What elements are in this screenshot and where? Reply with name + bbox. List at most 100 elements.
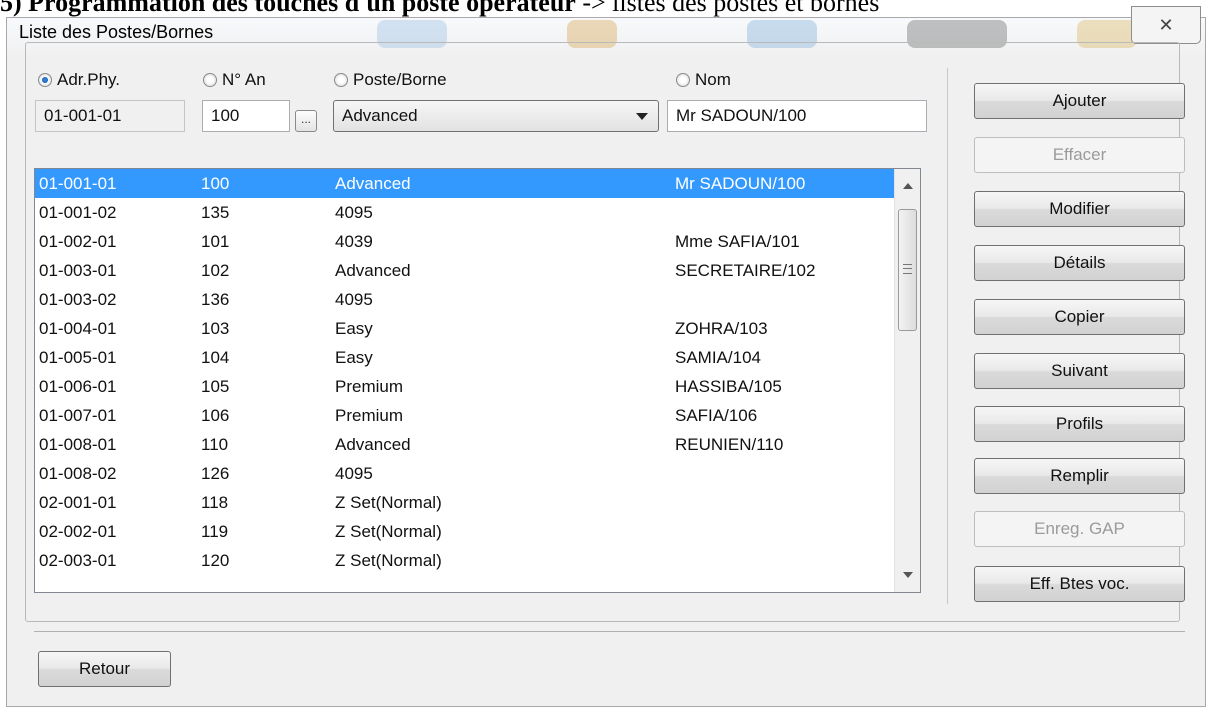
type-cell: Premium <box>335 377 404 396</box>
type-cell: Z Set(Normal) <box>335 551 442 570</box>
adr-cell: 01-002-01 <box>39 232 117 251</box>
nom-cell: SAFIA/106 <box>675 406 758 425</box>
close-icon: ✕ <box>1158 14 1174 35</box>
nom-cell: SAMIA/104 <box>675 348 761 367</box>
modifier-button[interactable]: Modifier <box>974 191 1185 227</box>
type-cell: Easy <box>335 319 373 338</box>
n-an-cell: 101 <box>201 232 230 251</box>
type-cell: 4095 <box>335 290 373 309</box>
retour-button[interactable]: Retour <box>38 651 171 687</box>
n-an-cell: 103 <box>201 319 230 338</box>
copier-button[interactable]: Copier <box>974 299 1185 335</box>
window-title: Liste des Postes/Bornes <box>19 22 214 42</box>
close-button[interactable]: ✕ <box>1131 6 1201 44</box>
radio-adr-phy-label: Adr.Phy. <box>57 70 120 89</box>
type-cell: Advanced <box>335 174 411 193</box>
list-row[interactable]: 02-002-01 119 Z Set(Normal) <box>35 517 920 546</box>
enreg-gap-button[interactable]: Enreg. GAP <box>974 511 1185 547</box>
type-cell: Easy <box>335 348 373 367</box>
nom-cell: Mr SADOUN/100 <box>675 174 806 193</box>
adr-cell: 01-005-01 <box>39 348 117 367</box>
list-row[interactable]: 01-006-01 105 Premium HASSIBA/105 <box>35 372 920 401</box>
list-row[interactable]: 01-004-01 103 Easy ZOHRA/103 <box>35 314 920 343</box>
radio-nom[interactable]: Nom <box>676 70 731 90</box>
list-scrollbar[interactable] <box>894 169 920 592</box>
adr-cell: 02-001-01 <box>39 493 117 512</box>
adr-cell: 02-002-01 <box>39 522 117 541</box>
nom-cell: SECRETAIRE/102 <box>675 261 816 280</box>
adr-cell: 01-003-02 <box>39 290 117 309</box>
type-cell: Z Set(Normal) <box>335 522 442 541</box>
list-row[interactable]: 01-008-02 126 4095 <box>35 459 920 488</box>
type-cell: Z Set(Normal) <box>335 493 442 512</box>
postes-list[interactable]: 01-001-01 100 Advanced Mr SADOUN/100 01-001-… <box>34 168 921 593</box>
horizontal-separator <box>34 631 1185 632</box>
vertical-divider <box>947 68 948 604</box>
n-an-cell: 106 <box>201 406 230 425</box>
postes-list-rows: 01-001-01 100 Advanced Mr SADOUN/100 01-001-… <box>35 169 920 575</box>
scroll-down-arrow-icon[interactable] <box>903 572 913 578</box>
list-row[interactable]: 01-007-01 106 Premium SAFIA/106 <box>35 401 920 430</box>
profils-button[interactable]: Profils <box>974 406 1185 442</box>
radio-adr-phy[interactable]: Adr.Phy. <box>38 70 120 90</box>
type-cell: 4039 <box>335 232 373 251</box>
n-an-cell: 105 <box>201 377 230 396</box>
n-an-cell: 119 <box>201 522 229 541</box>
adr-cell: 01-006-01 <box>39 377 117 396</box>
scrollbar-thumb[interactable] <box>898 209 917 331</box>
document-heading-bold: 5) Programmation des touches d'un poste … <box>0 0 576 17</box>
adr-cell: 01-008-01 <box>39 435 117 454</box>
nom-cell: Mme SAFIA/101 <box>675 232 800 251</box>
n-an-cell: 126 <box>201 464 230 483</box>
radio-dot-icon <box>38 73 52 87</box>
list-row[interactable]: 01-005-01 104 Easy SAMIA/104 <box>35 343 920 372</box>
remplir-button[interactable]: Remplir <box>974 458 1185 494</box>
eff-btes-voc-button[interactable]: Eff. Btes voc. <box>974 566 1185 602</box>
n-an-cell: 104 <box>201 348 230 367</box>
adr-cell: 01-001-01 <box>39 174 117 193</box>
list-row[interactable]: 01-003-02 136 4095 <box>35 285 920 314</box>
nom-field[interactable]: Mr SADOUN/100 <box>667 100 927 132</box>
type-cell: Premium <box>335 406 404 425</box>
list-row[interactable]: 01-001-02 135 4095 <box>35 198 920 227</box>
n-an-cell: 118 <box>201 493 229 512</box>
list-row[interactable]: 01-001-01 100 Advanced Mr SADOUN/100 <box>35 169 920 198</box>
adr-cell: 02-003-01 <box>39 551 117 570</box>
radio-nom-label: Nom <box>695 70 731 89</box>
n-an-cell: 110 <box>201 435 229 454</box>
poste-borne-select[interactable]: Advanced <box>333 100 659 132</box>
list-row[interactable]: 02-003-01 120 Z Set(Normal) <box>35 546 920 575</box>
list-row[interactable]: 02-001-01 118 Z Set(Normal) <box>35 488 920 517</box>
n-an-cell: 100 <box>201 174 230 193</box>
details-button[interactable]: Détails <box>974 245 1185 281</box>
ajouter-button[interactable]: Ajouter <box>974 83 1185 119</box>
adr-cell: 01-004-01 <box>39 319 117 338</box>
list-row[interactable]: 01-003-01 102 Advanced SECRETAIRE/102 <box>35 256 920 285</box>
type-cell: 4095 <box>335 464 373 483</box>
list-row[interactable]: 01-002-01 101 4039 Mme SAFIA/101 <box>35 227 920 256</box>
n-an-field[interactable]: 100 <box>202 100 290 132</box>
nom-cell: ZOHRA/103 <box>675 319 768 338</box>
radio-poste-borne[interactable]: Poste/Borne <box>334 70 447 90</box>
scroll-up-arrow-icon[interactable] <box>903 183 913 189</box>
effacer-button[interactable]: Effacer <box>974 137 1185 173</box>
suivant-button[interactable]: Suivant <box>974 353 1185 389</box>
adr-cell: 01-007-01 <box>39 406 117 425</box>
radio-n-an-label: N° An <box>222 70 266 89</box>
nom-cell: HASSIBA/105 <box>675 377 782 396</box>
type-cell: Advanced <box>335 435 411 454</box>
adr-phy-field[interactable]: 01-001-01 <box>35 100 185 132</box>
n-an-cell: 136 <box>201 290 230 309</box>
adr-cell: 01-003-01 <box>39 261 117 280</box>
poste-borne-select-value: Advanced <box>342 106 418 125</box>
grip-icon <box>903 264 912 274</box>
browse-button[interactable]: ... <box>295 110 317 132</box>
nom-cell: REUNIEN/110 <box>675 435 784 454</box>
radio-n-an[interactable]: N° An <box>203 70 266 90</box>
list-row[interactable]: 01-008-01 110 Advanced REUNIEN/110 <box>35 430 920 459</box>
document-heading-rest: -> listes des postes et bornes <box>582 0 880 17</box>
radio-dot-icon <box>676 73 690 87</box>
type-cell: Advanced <box>335 261 411 280</box>
radio-poste-borne-label: Poste/Borne <box>353 70 447 89</box>
radio-dot-icon <box>203 73 217 87</box>
